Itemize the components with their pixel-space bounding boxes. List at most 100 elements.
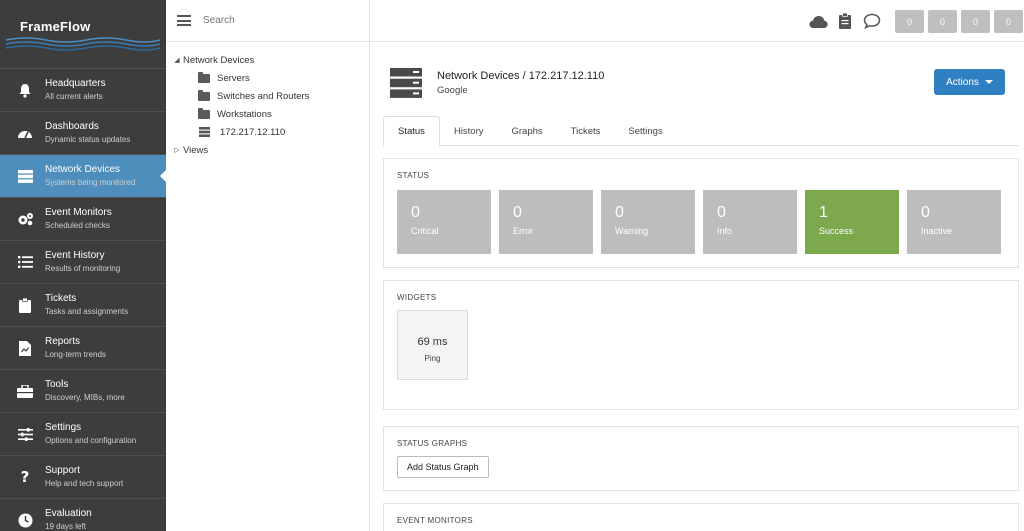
nav-tickets[interactable]: Tickets Tasks and assignments bbox=[0, 284, 166, 327]
ping-widget[interactable]: 69 ms Ping bbox=[397, 310, 468, 380]
nav-title: Tools bbox=[45, 378, 69, 390]
tree-node-label: Views bbox=[183, 144, 209, 156]
status-tile-info[interactable]: 0 Info bbox=[703, 190, 797, 254]
tile-count: 1 bbox=[819, 204, 828, 221]
count-badge[interactable]: 0 bbox=[895, 10, 924, 33]
app-name: FrameFlow bbox=[20, 19, 91, 34]
search-bar bbox=[166, 0, 369, 42]
nav-title: Reports bbox=[45, 335, 81, 347]
nav-title: Event History bbox=[45, 249, 105, 261]
server-icon bbox=[16, 167, 34, 185]
tab-settings[interactable]: Settings bbox=[614, 116, 676, 146]
search-input[interactable] bbox=[203, 15, 353, 26]
nav-event-history[interactable]: Event History Results of monitoring bbox=[0, 241, 166, 284]
tree-node-label: 172.217.12.110 bbox=[220, 126, 286, 138]
tile-count: 0 bbox=[513, 204, 522, 221]
nav-subtitle: Help and tech support bbox=[45, 478, 124, 488]
status-section: STATUS 0 Critical 0 Error 0 Warning 0 In… bbox=[383, 158, 1019, 268]
nav-subtitle: Options and configuration bbox=[45, 435, 137, 445]
tile-count: 0 bbox=[717, 204, 726, 221]
count-badge[interactable]: 0 bbox=[961, 10, 990, 33]
nav-support[interactable]: ? Support Help and tech support bbox=[0, 456, 166, 499]
device-tree: ◢ Network Devices Servers Switches and R… bbox=[166, 42, 369, 159]
folder-icon bbox=[198, 107, 210, 119]
tab-history[interactable]: History bbox=[440, 116, 498, 146]
sidebar: FrameFlow Headquarters All current alert… bbox=[0, 0, 167, 531]
nav-title: Event Monitors bbox=[45, 206, 112, 218]
gauge-icon bbox=[16, 124, 34, 142]
server-icon bbox=[390, 68, 422, 98]
tree-node-servers[interactable]: Servers bbox=[166, 69, 369, 87]
nav-title: Evaluation bbox=[45, 507, 92, 519]
report-icon bbox=[16, 339, 34, 357]
clipboard-icon[interactable] bbox=[835, 11, 855, 31]
page-title: Network Devices / 172.217.12.110 bbox=[437, 70, 605, 82]
tab-bar: Status History Graphs Tickets Settings bbox=[383, 116, 1019, 147]
page-subtitle: Google bbox=[437, 85, 468, 96]
tile-label: Info bbox=[717, 226, 733, 236]
event-monitors-section: EVENT MONITORS bbox=[383, 503, 1019, 531]
section-title: EVENT MONITORS bbox=[397, 516, 473, 525]
hamburger-menu-icon[interactable] bbox=[177, 15, 191, 26]
list-icon bbox=[16, 253, 34, 271]
server-icon bbox=[199, 127, 210, 137]
main-content: Network Devices / 172.217.12.110 Google … bbox=[370, 42, 1024, 531]
nav-tools[interactable]: Tools Discovery, MIBs, more bbox=[0, 370, 166, 413]
collapsed-triangle-icon[interactable]: ▷ bbox=[172, 146, 182, 154]
tab-status[interactable]: Status bbox=[383, 116, 440, 147]
sliders-icon bbox=[16, 425, 34, 443]
clipboard-icon bbox=[16, 296, 34, 314]
status-tile-error[interactable]: 0 Error bbox=[499, 190, 593, 254]
tile-label: Warning bbox=[615, 226, 649, 236]
cloud-icon[interactable] bbox=[808, 11, 828, 31]
tile-count: 0 bbox=[411, 204, 420, 221]
status-tile-warning[interactable]: 0 Warning bbox=[601, 190, 695, 254]
actions-button[interactable]: Actions bbox=[934, 69, 1005, 95]
nav-title: Network Devices bbox=[45, 163, 121, 175]
nav-evaluation[interactable]: Evaluation 19 days left bbox=[0, 499, 166, 531]
count-badge[interactable]: 0 bbox=[994, 10, 1023, 33]
nav-subtitle: 19 days left bbox=[45, 521, 86, 531]
tile-label: Critical bbox=[411, 226, 439, 236]
tab-tickets[interactable]: Tickets bbox=[557, 116, 615, 146]
chat-bubble-icon[interactable] bbox=[862, 11, 882, 31]
count-badge[interactable]: 0 bbox=[928, 10, 957, 33]
tree-node-views[interactable]: ▷ Views bbox=[166, 141, 369, 159]
nav-headquarters[interactable]: Headquarters All current alerts bbox=[0, 69, 166, 112]
nav-event-monitors[interactable]: Event Monitors Scheduled checks bbox=[0, 198, 166, 241]
expanded-triangle-icon[interactable]: ◢ bbox=[172, 56, 182, 64]
status-tile-inactive[interactable]: 0 Inactive bbox=[907, 190, 1001, 254]
logo-wave-icon bbox=[6, 37, 160, 51]
nav-title: Settings bbox=[45, 421, 82, 433]
nav-title: Headquarters bbox=[45, 77, 106, 89]
nav-title: Dashboards bbox=[45, 120, 99, 132]
folder-icon bbox=[198, 89, 210, 101]
tree-node-workstations[interactable]: Workstations bbox=[166, 105, 369, 123]
tile-label: Inactive bbox=[921, 226, 953, 236]
nav-network-devices[interactable]: Network Devices Systems being monitored bbox=[0, 155, 167, 198]
nav-subtitle: Tasks and assignments bbox=[45, 306, 129, 316]
tab-graphs[interactable]: Graphs bbox=[498, 116, 557, 146]
folder-icon bbox=[198, 71, 210, 83]
tile-count: 0 bbox=[615, 204, 624, 221]
status-graphs-section: STATUS GRAPHS Add Status Graph bbox=[383, 426, 1019, 491]
nav-reports[interactable]: Reports Long-term trends bbox=[0, 327, 166, 370]
tree-node-network-devices[interactable]: ◢ Network Devices bbox=[166, 51, 369, 69]
tree-node-switches-and-routers[interactable]: Switches and Routers bbox=[166, 87, 369, 105]
nav-dashboards[interactable]: Dashboards Dynamic status updates bbox=[0, 112, 166, 155]
tree-node-device-172-217-12-110[interactable]: 172.217.12.110 bbox=[166, 123, 369, 141]
nav-settings[interactable]: Settings Options and configuration bbox=[0, 413, 166, 456]
status-tile-critical[interactable]: 0 Critical bbox=[397, 190, 491, 254]
frameflow-logo[interactable]: FrameFlow bbox=[0, 0, 166, 69]
tile-count: 0 bbox=[921, 204, 930, 221]
caret-down-icon bbox=[984, 80, 993, 84]
gears-icon bbox=[16, 210, 34, 228]
tile-label: Success bbox=[819, 226, 854, 236]
bell-icon bbox=[16, 81, 34, 99]
status-tile-success[interactable]: 1 Success bbox=[805, 190, 899, 254]
nav-subtitle: Dynamic status updates bbox=[45, 134, 131, 144]
section-title: WIDGETS bbox=[397, 293, 437, 302]
add-status-graph-button[interactable]: Add Status Graph bbox=[397, 456, 489, 478]
nav-subtitle: Systems being monitored bbox=[45, 177, 136, 187]
clock-icon bbox=[16, 511, 34, 529]
